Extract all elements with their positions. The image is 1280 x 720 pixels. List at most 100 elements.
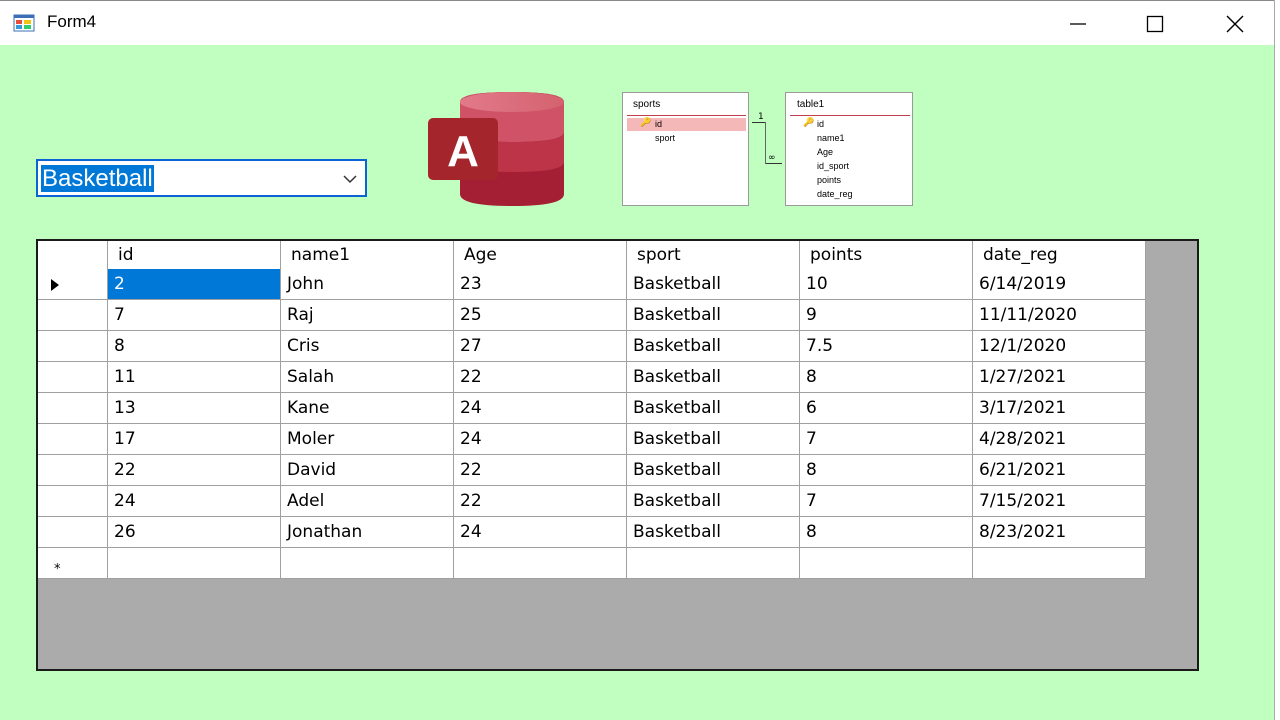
grid-cell-age[interactable]: 24 — [454, 517, 627, 548]
new-row[interactable]: * — [38, 548, 1146, 579]
sports-table-name: sports — [633, 99, 661, 110]
grid-cell-age[interactable]: 25 — [454, 300, 627, 331]
column-header-age[interactable]: Age — [454, 241, 627, 270]
grid-cell-id[interactable]: 2 — [108, 269, 281, 300]
grid-cell-date-reg[interactable]: 3/17/2021 — [973, 393, 1146, 424]
table1-field: id_sport — [817, 161, 850, 171]
column-header-date-reg[interactable]: date_reg — [973, 241, 1146, 270]
chevron-down-icon[interactable] — [341, 170, 359, 188]
grid-cell-sport[interactable]: Basketball — [627, 269, 800, 300]
grid-cell-sport[interactable]: Basketball — [627, 424, 800, 455]
grid-cell-points[interactable]: 7.5 — [800, 331, 973, 362]
grid-cell-name1[interactable]: Kane — [281, 393, 454, 424]
grid-cell-name1[interactable]: Adel — [281, 486, 454, 517]
grid-cell-id[interactable]: 13 — [108, 393, 281, 424]
grid-cell-date-reg[interactable]: 12/1/2020 — [973, 331, 1146, 362]
sport-combobox[interactable]: Basketball — [36, 159, 367, 197]
data-grid[interactable]: id name1 Age sport points date_reg 2 Joh… — [36, 239, 1199, 671]
row-header[interactable] — [38, 300, 108, 331]
grid-cell-date-reg[interactable]: 6/14/2019 — [973, 269, 1146, 300]
grid-cell-name1[interactable]: Salah — [281, 362, 454, 393]
grid-cell-age[interactable] — [454, 548, 627, 579]
table1-table-diagram: table1 🔑 id name1 Age id_sport points da… — [785, 92, 913, 206]
grid-cell-points[interactable]: 10 — [800, 269, 973, 300]
grid-cell-date-reg[interactable]: 8/23/2021 — [973, 517, 1146, 548]
grid-cell-name1[interactable]: David — [281, 455, 454, 486]
grid-cell-date-reg[interactable]: 4/28/2021 — [973, 424, 1146, 455]
grid-cell-date-reg[interactable] — [973, 548, 1146, 579]
row-header[interactable] — [38, 455, 108, 486]
table1-field: Age — [817, 147, 834, 157]
grid-cell-date-reg[interactable]: 11/11/2020 — [973, 300, 1146, 331]
row-header[interactable] — [38, 331, 108, 362]
grid-cell-name1[interactable]: Cris — [281, 331, 454, 362]
grid-cell-sport[interactable]: Basketball — [627, 331, 800, 362]
grid-cell-name1[interactable] — [281, 548, 454, 579]
row-header[interactable]: * — [38, 548, 108, 579]
table-row[interactable]: 7 Raj 25 Basketball 9 11/11/2020 — [38, 300, 1146, 331]
grid-cell-sport[interactable]: Basketball — [627, 300, 800, 331]
grid-cell-sport[interactable]: Basketball — [627, 362, 800, 393]
grid-cell-points[interactable]: 7 — [800, 486, 973, 517]
grid-cell-points[interactable]: 8 — [800, 455, 973, 486]
grid-cell-points[interactable]: 7 — [800, 424, 973, 455]
grid-cell-id[interactable] — [108, 548, 281, 579]
row-header[interactable] — [38, 393, 108, 424]
grid-cell-points[interactable]: 9 — [800, 300, 973, 331]
grid-cell-sport[interactable] — [627, 548, 800, 579]
grid-corner-header[interactable] — [38, 241, 108, 270]
row-header[interactable] — [38, 269, 108, 300]
grid-cell-sport[interactable]: Basketball — [627, 455, 800, 486]
maximize-button[interactable] — [1125, 1, 1185, 46]
grid-cell-id[interactable]: 17 — [108, 424, 281, 455]
relationship-line — [765, 122, 766, 164]
grid-cell-id[interactable]: 7 — [108, 300, 281, 331]
column-header-sport[interactable]: sport — [627, 241, 800, 270]
grid-cell-age[interactable]: 24 — [454, 393, 627, 424]
table-row[interactable]: 11 Salah 22 Basketball 8 1/27/2021 — [38, 362, 1146, 393]
table-row[interactable]: 17 Moler 24 Basketball 7 4/28/2021 — [38, 424, 1146, 455]
row-header[interactable] — [38, 486, 108, 517]
grid-cell-sport[interactable]: Basketball — [627, 486, 800, 517]
window-title: Form4 — [47, 12, 97, 31]
grid-cell-date-reg[interactable]: 6/21/2021 — [973, 455, 1146, 486]
grid-cell-points[interactable]: 8 — [800, 362, 973, 393]
title-bar[interactable]: Form4 — [0, 0, 1274, 45]
table-row[interactable]: 26 Jonathan 24 Basketball 8 8/23/2021 — [38, 517, 1146, 548]
grid-cell-id[interactable]: 8 — [108, 331, 281, 362]
grid-cell-sport[interactable]: Basketball — [627, 517, 800, 548]
row-header[interactable] — [38, 517, 108, 548]
grid-cell-age[interactable]: 22 — [454, 362, 627, 393]
grid-cell-age[interactable]: 23 — [454, 269, 627, 300]
column-header-id[interactable]: id — [108, 241, 281, 270]
grid-cell-name1[interactable]: Jonathan — [281, 517, 454, 548]
grid-cell-date-reg[interactable]: 1/27/2021 — [973, 362, 1146, 393]
minimize-button[interactable] — [1048, 1, 1108, 46]
table-row[interactable]: 8 Cris 27 Basketball 7.5 12/1/2020 — [38, 331, 1146, 362]
grid-cell-points[interactable]: 6 — [800, 393, 973, 424]
grid-cell-age[interactable]: 24 — [454, 424, 627, 455]
close-button[interactable] — [1205, 1, 1265, 46]
grid-cell-points[interactable]: 8 — [800, 517, 973, 548]
table-row[interactable]: 13 Kane 24 Basketball 6 3/17/2021 — [38, 393, 1146, 424]
grid-cell-name1[interactable]: Moler — [281, 424, 454, 455]
table-row[interactable]: 22 David 22 Basketball 8 6/21/2021 — [38, 455, 1146, 486]
column-header-points[interactable]: points — [800, 241, 973, 270]
grid-cell-id[interactable]: 24 — [108, 486, 281, 517]
grid-cell-id[interactable]: 26 — [108, 517, 281, 548]
grid-cell-name1[interactable]: Raj — [281, 300, 454, 331]
grid-cell-age[interactable]: 27 — [454, 331, 627, 362]
grid-cell-age[interactable]: 22 — [454, 486, 627, 517]
grid-cell-sport[interactable]: Basketball — [627, 393, 800, 424]
grid-cell-id[interactable]: 22 — [108, 455, 281, 486]
grid-cell-age[interactable]: 22 — [454, 455, 627, 486]
grid-cell-date-reg[interactable]: 7/15/2021 — [973, 486, 1146, 517]
table-row[interactable]: 24 Adel 22 Basketball 7 7/15/2021 — [38, 486, 1146, 517]
grid-cell-id[interactable]: 11 — [108, 362, 281, 393]
column-header-name1[interactable]: name1 — [281, 241, 454, 270]
table-row[interactable]: 2 John 23 Basketball 10 6/14/2019 — [38, 269, 1146, 300]
row-header[interactable] — [38, 424, 108, 455]
row-header[interactable] — [38, 362, 108, 393]
grid-cell-points[interactable] — [800, 548, 973, 579]
grid-cell-name1[interactable]: John — [281, 269, 454, 300]
